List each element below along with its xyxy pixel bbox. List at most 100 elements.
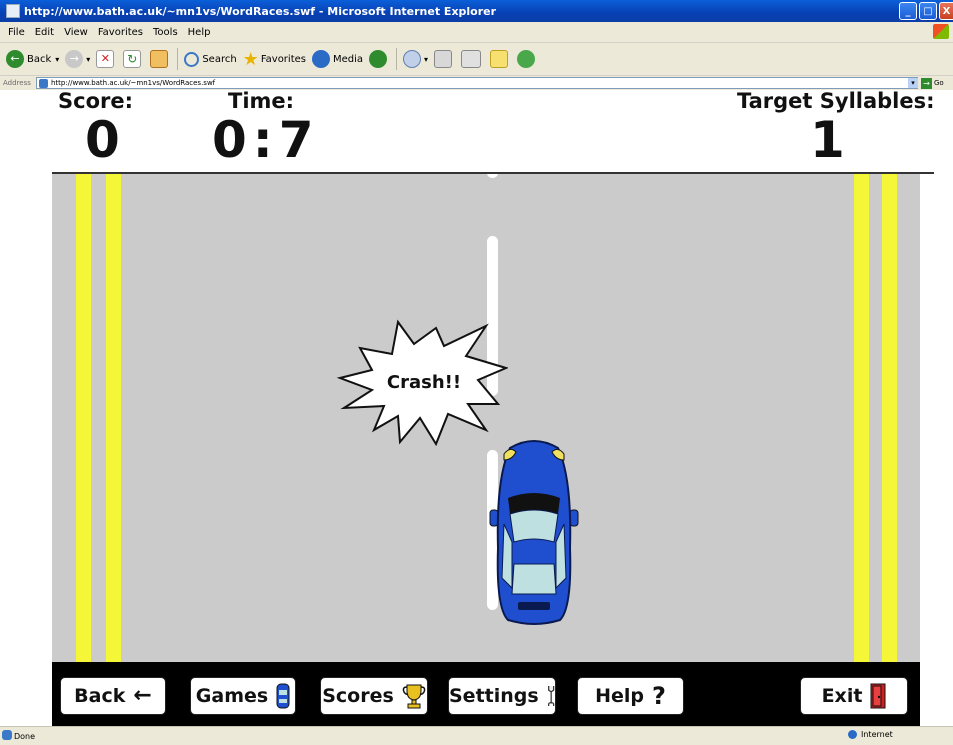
menu-tools[interactable]: Tools bbox=[153, 27, 178, 38]
address-url: http://www.bath.ac.uk/~mn1vs/WordRaces.s… bbox=[51, 79, 216, 87]
refresh-button[interactable]: ↻ bbox=[123, 50, 144, 68]
time-label: Time: bbox=[228, 89, 295, 113]
crash-burst: Crash!! bbox=[336, 319, 508, 446]
home-icon bbox=[150, 50, 169, 68]
car-mirror bbox=[569, 509, 579, 527]
mail-icon bbox=[403, 50, 422, 68]
exit-button[interactable]: Exit bbox=[800, 677, 908, 715]
home-button[interactable] bbox=[150, 50, 171, 68]
address-bar: Address http://www.bath.ac.uk/~mn1vs/Wor… bbox=[0, 76, 953, 90]
history-icon bbox=[369, 50, 388, 68]
settings-label: Settings bbox=[449, 685, 539, 707]
door-icon bbox=[870, 683, 886, 709]
favorites-star-icon: ★ bbox=[242, 48, 259, 70]
history-button[interactable] bbox=[369, 50, 390, 68]
ie-page-icon bbox=[6, 4, 20, 18]
forward-button[interactable]: → ▾ bbox=[65, 50, 90, 68]
discuss-button[interactable] bbox=[490, 50, 511, 68]
address-input[interactable]: http://www.bath.ac.uk/~mn1vs/WordRaces.s… bbox=[36, 77, 918, 89]
settings-button[interactable]: Settings bbox=[448, 677, 556, 715]
security-zone: Internet bbox=[848, 730, 893, 739]
trophy-icon bbox=[402, 684, 426, 709]
forward-dropdown-icon[interactable]: ▾ bbox=[86, 55, 90, 64]
media-button[interactable]: Media bbox=[311, 50, 364, 68]
back-arrow-icon: ← bbox=[6, 50, 24, 68]
window-controls: _ □ X bbox=[899, 2, 953, 20]
status-page-icon bbox=[2, 730, 12, 740]
minimize-button[interactable]: _ bbox=[899, 2, 917, 20]
maximize-button[interactable]: □ bbox=[919, 2, 937, 20]
menu-file[interactable]: File bbox=[8, 27, 25, 38]
windows-logo-icon bbox=[933, 24, 949, 39]
mail-dropdown-icon[interactable]: ▾ bbox=[424, 55, 428, 64]
right-yellow-line bbox=[854, 174, 869, 662]
score-value: 0 bbox=[85, 111, 120, 169]
games-button[interactable]: Games bbox=[190, 677, 296, 715]
search-icon bbox=[184, 51, 200, 67]
refresh-icon: ↻ bbox=[123, 50, 142, 68]
left-yellow-line bbox=[76, 174, 91, 662]
car-rear-grille bbox=[518, 602, 550, 610]
help-label: Help bbox=[595, 685, 644, 707]
messenger-button[interactable] bbox=[517, 50, 538, 68]
forward-arrow-icon: → bbox=[65, 50, 84, 68]
favorites-button-label: Favorites bbox=[260, 53, 306, 65]
address-label: Address bbox=[3, 79, 31, 87]
back-dropdown-icon[interactable]: ▾ bbox=[55, 55, 59, 64]
left-arrow-icon: ← bbox=[133, 683, 152, 708]
scores-button[interactable]: Scores bbox=[320, 677, 428, 715]
address-dropdown-icon[interactable]: ▾ bbox=[908, 78, 918, 88]
scores-label: Scores bbox=[322, 685, 394, 707]
search-button[interactable]: Search bbox=[184, 51, 237, 67]
score-label: Score: bbox=[58, 89, 133, 113]
window-title-bar: http://www.bath.ac.uk/~mn1vs/WordRaces.s… bbox=[0, 0, 953, 22]
menu-favorites[interactable]: Favorites bbox=[98, 27, 143, 38]
page-icon bbox=[39, 78, 48, 88]
back-game-label: Back bbox=[74, 685, 126, 707]
back-game-button[interactable]: Back ← bbox=[60, 677, 166, 715]
zone-label: Internet bbox=[861, 730, 893, 739]
menu-edit[interactable]: Edit bbox=[35, 27, 54, 38]
help-button[interactable]: Help ? bbox=[577, 677, 684, 715]
time-value: 0:7 bbox=[212, 111, 320, 169]
close-button[interactable]: X bbox=[939, 2, 953, 20]
status-text: Done bbox=[14, 731, 36, 741]
window-title: http://www.bath.ac.uk/~mn1vs/WordRaces.s… bbox=[24, 4, 497, 18]
go-button-label: Go bbox=[934, 79, 944, 87]
target-syllables-value: 1 bbox=[810, 111, 845, 169]
standard-toolbar: ← Back ▾ → ▾ ✕ ↻ Search ★ Favorites Medi… bbox=[0, 43, 953, 76]
toolbar-separator bbox=[396, 48, 398, 70]
menu-help[interactable]: Help bbox=[188, 27, 211, 38]
wrench-icon bbox=[547, 686, 554, 706]
car-icon bbox=[276, 683, 290, 709]
print-button[interactable] bbox=[434, 50, 455, 68]
edit-button[interactable] bbox=[461, 50, 484, 68]
toolbar-separator bbox=[177, 48, 179, 70]
lane-divider bbox=[487, 174, 498, 178]
menu-view[interactable]: View bbox=[64, 27, 88, 38]
car-mirror bbox=[489, 509, 499, 527]
search-button-label: Search bbox=[202, 53, 237, 65]
edit-page-icon bbox=[461, 50, 482, 68]
media-button-label: Media bbox=[332, 53, 364, 65]
back-button-label: Back bbox=[27, 53, 52, 65]
target-syllables-label: Target Syllables: bbox=[737, 89, 935, 113]
stop-icon: ✕ bbox=[96, 50, 115, 68]
favorites-button[interactable]: ★ Favorites bbox=[243, 49, 306, 70]
player-car bbox=[489, 440, 579, 625]
media-icon bbox=[311, 50, 330, 68]
internet-globe-icon bbox=[848, 730, 857, 739]
discuss-note-icon bbox=[490, 50, 509, 68]
exit-label: Exit bbox=[821, 685, 863, 707]
status-bar: Done Internet bbox=[0, 726, 953, 745]
stop-button[interactable]: ✕ bbox=[96, 50, 117, 68]
crash-text: Crash!! bbox=[387, 372, 461, 393]
word-races-game[interactable]: Score: 0 Time: 0:7 Target Syllables: 1 C… bbox=[0, 89, 938, 726]
mail-button[interactable]: ▾ bbox=[403, 50, 428, 68]
go-button[interactable]: → Go bbox=[921, 76, 944, 90]
right-yellow-line bbox=[882, 174, 897, 662]
go-arrow-icon: → bbox=[921, 77, 932, 89]
back-button[interactable]: ← Back ▾ bbox=[6, 50, 59, 68]
question-mark-icon: ? bbox=[651, 682, 666, 710]
car-windshield bbox=[509, 509, 559, 543]
